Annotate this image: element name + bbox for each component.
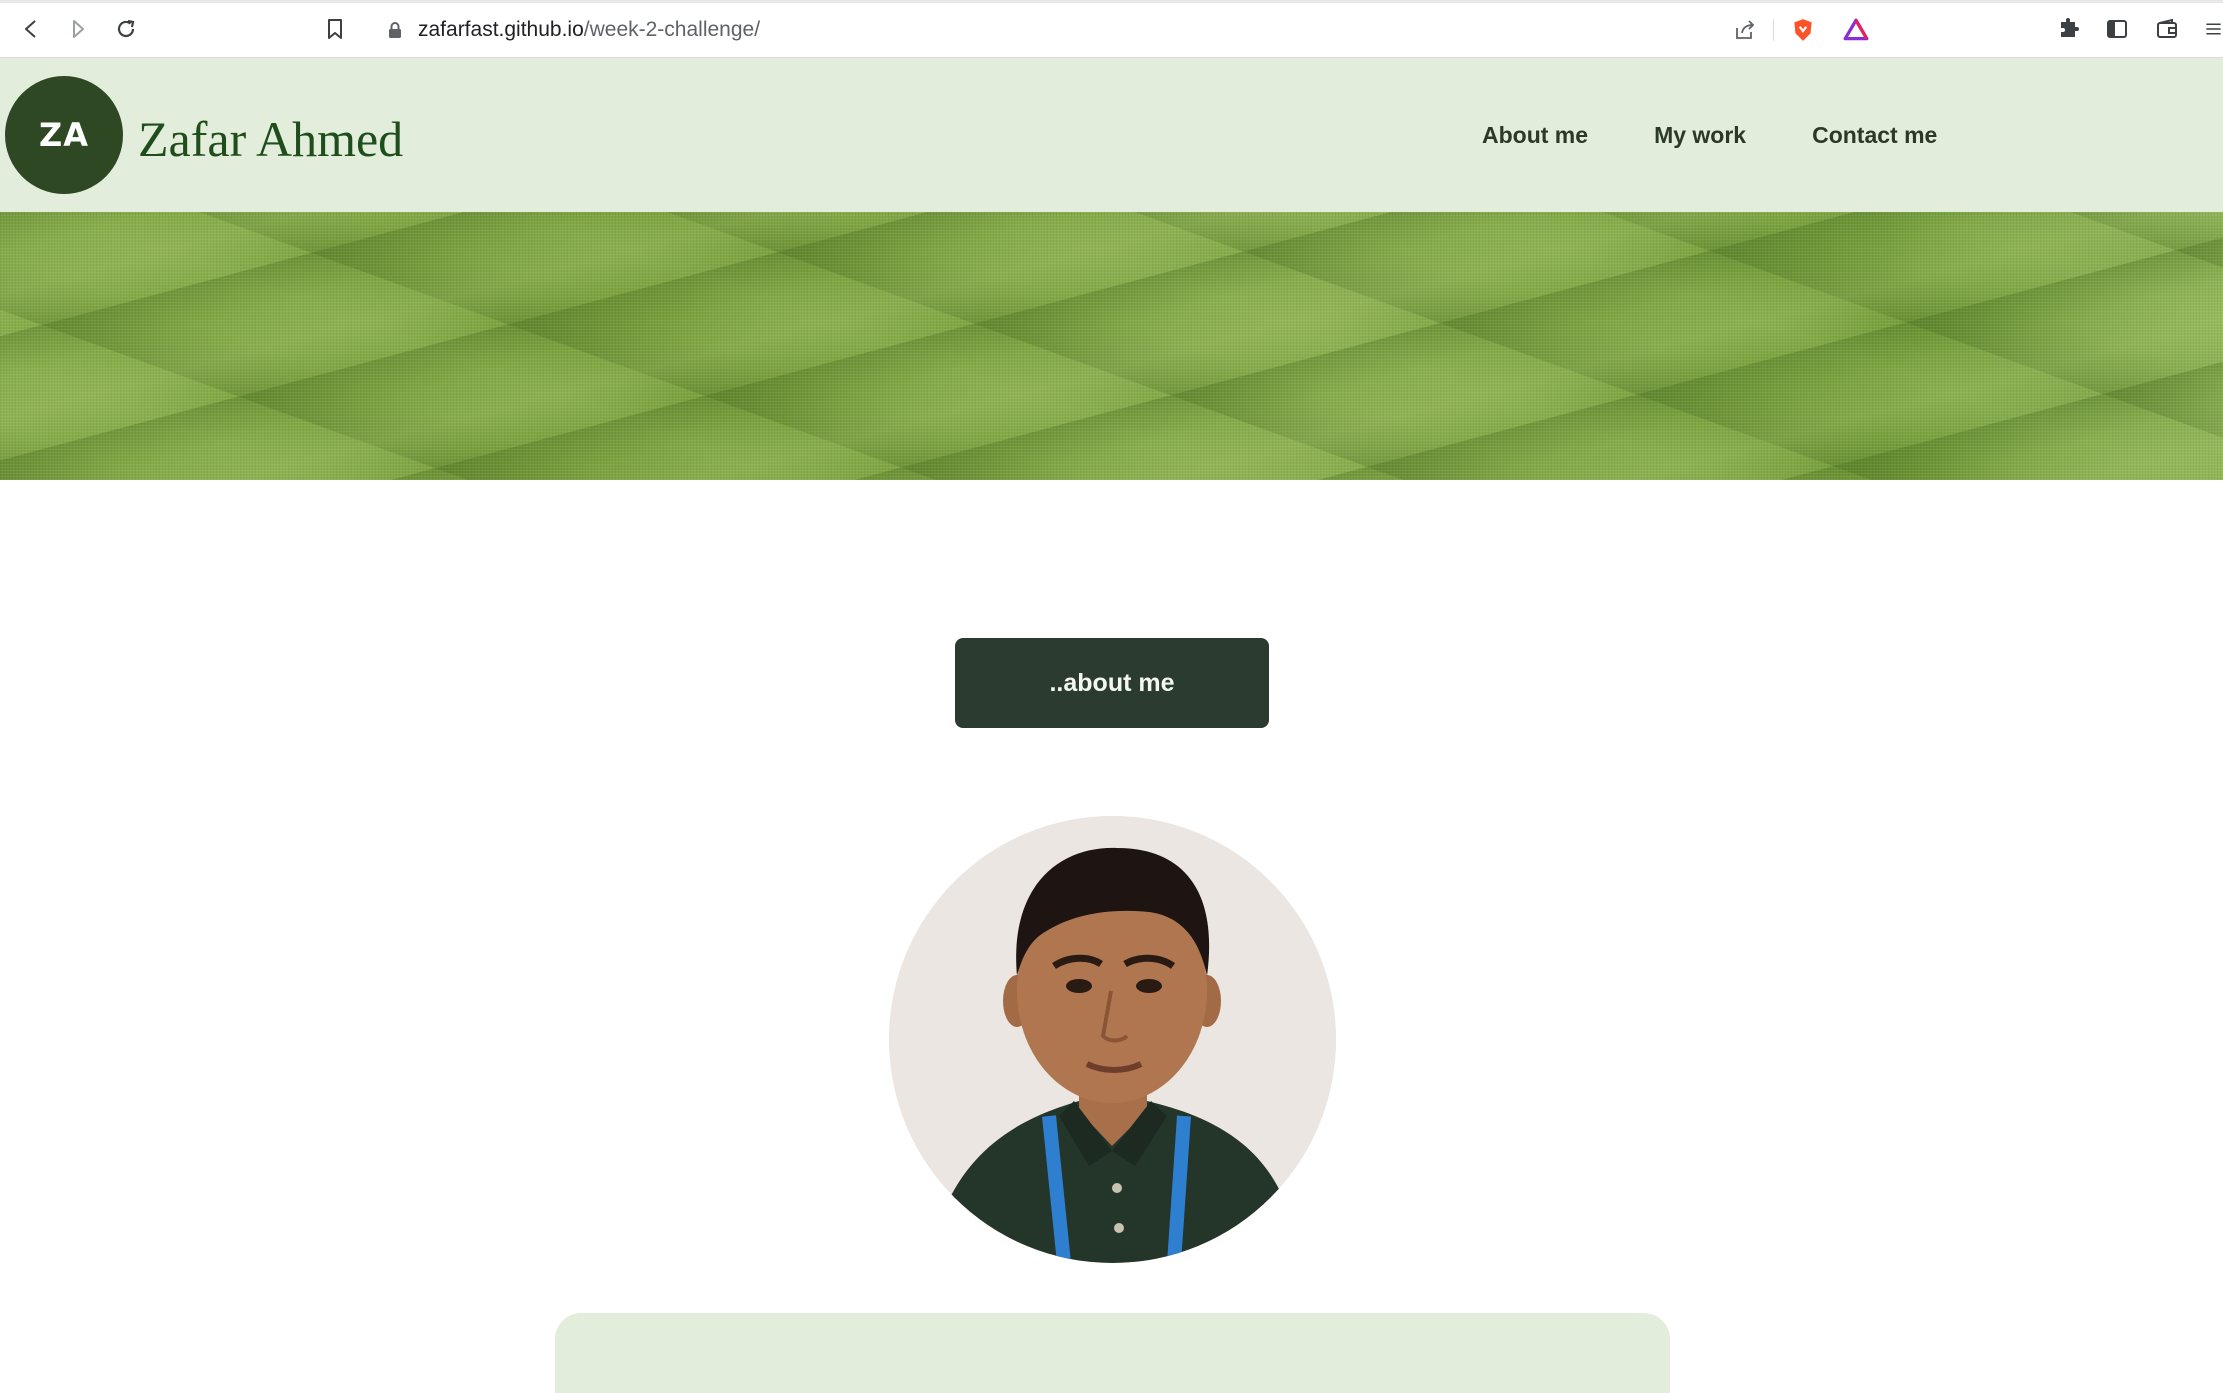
hero-banner-image — [0, 212, 2223, 480]
profile-portrait — [889, 816, 1336, 1263]
back-icon[interactable] — [16, 14, 46, 44]
bio-card — [555, 1313, 1670, 1393]
browser-toolbar: zafarfast.github.io/week-2-challenge/ — [0, 0, 2223, 58]
address-bar[interactable]: zafarfast.github.io/week-2-challenge/ — [368, 9, 1882, 50]
bookmark-icon[interactable] — [320, 14, 350, 44]
brave-shields-icon[interactable] — [1790, 17, 1816, 43]
nav-link-about-me[interactable]: About me — [1482, 122, 1588, 149]
extensions-icon[interactable] — [2056, 16, 2082, 42]
wallet-icon[interactable] — [2154, 16, 2180, 42]
url-text[interactable]: zafarfast.github.io/week-2-challenge/ — [418, 18, 760, 42]
sidebar-icon[interactable] — [2104, 16, 2130, 42]
site-title: Zafar Ahmed — [138, 111, 404, 167]
site-header: ZA Zafar Ahmed About me My work Contact … — [0, 58, 2223, 212]
share-icon[interactable] — [1732, 17, 1758, 43]
about-me-section-button[interactable]: ..about me — [955, 638, 1269, 728]
forward-icon[interactable] — [63, 14, 93, 44]
reload-icon[interactable] — [111, 14, 141, 44]
logo[interactable]: ZA — [5, 76, 123, 194]
main-nav: About me My work Contact me — [1482, 122, 1937, 149]
nav-link-my-work[interactable]: My work — [1654, 122, 1746, 149]
nav-link-contact-me[interactable]: Contact me — [1812, 122, 1937, 149]
menu-icon[interactable] — [2204, 16, 2223, 42]
url-host: zafarfast.github.io — [418, 18, 584, 41]
brave-rewards-icon[interactable] — [1843, 17, 1869, 43]
omnibox-separator — [1773, 19, 1774, 41]
lock-icon[interactable] — [386, 21, 404, 39]
person-portrait-image — [889, 816, 1336, 1263]
url-path: /week-2-challenge/ — [583, 18, 761, 41]
tab-strip-edge — [0, 0, 2223, 3]
